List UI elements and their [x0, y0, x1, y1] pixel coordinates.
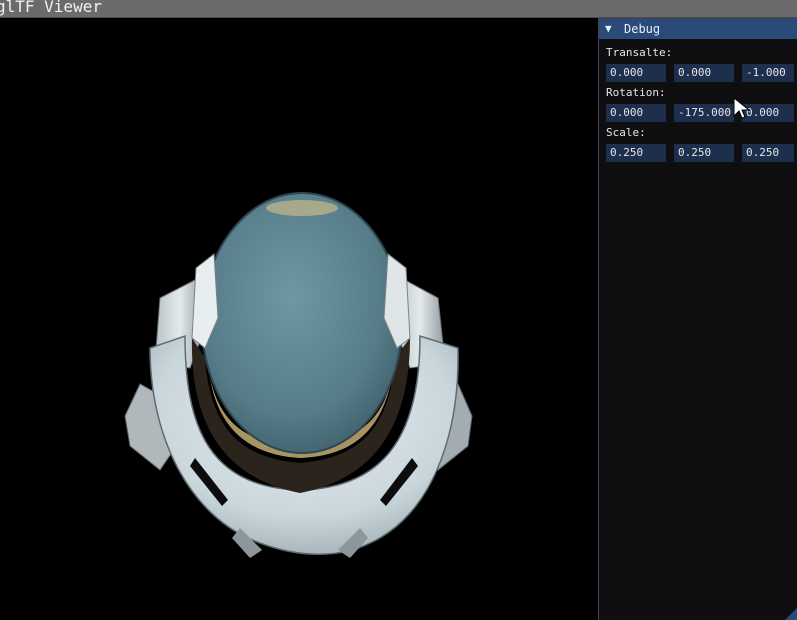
scale-x-input[interactable]: 0.250	[606, 144, 666, 162]
scale-z-input[interactable]: 0.250	[742, 144, 794, 162]
debug-window[interactable]: ▼ Debug Transalte: 0.000 0.000 -1.000 Ro…	[598, 18, 797, 620]
window-titlebar[interactable]: glTF Viewer	[0, 0, 797, 18]
translate-y-input[interactable]: 0.000	[674, 64, 734, 82]
mouse-cursor-icon	[733, 97, 751, 119]
debug-header[interactable]: ▼ Debug	[599, 19, 797, 39]
window-title: glTF Viewer	[0, 0, 102, 16]
rotation-x-input[interactable]: 0.000	[606, 104, 666, 122]
translate-z-input[interactable]: -1.000	[742, 64, 794, 82]
scale-label: Scale:	[606, 126, 646, 139]
3d-viewport[interactable]	[0, 18, 598, 620]
helmet-model	[124, 192, 473, 558]
translate-x-input[interactable]: 0.000	[606, 64, 666, 82]
resize-grip-icon[interactable]	[785, 608, 797, 620]
debug-title: Debug	[624, 22, 661, 36]
translate-label: Transalte:	[606, 46, 673, 59]
rotation-y-input[interactable]: -175.000	[674, 104, 734, 122]
scale-y-input[interactable]: 0.250	[674, 144, 734, 162]
rotation-label: Rotation:	[606, 86, 666, 99]
triangle-down-icon[interactable]: ▼	[605, 19, 612, 39]
